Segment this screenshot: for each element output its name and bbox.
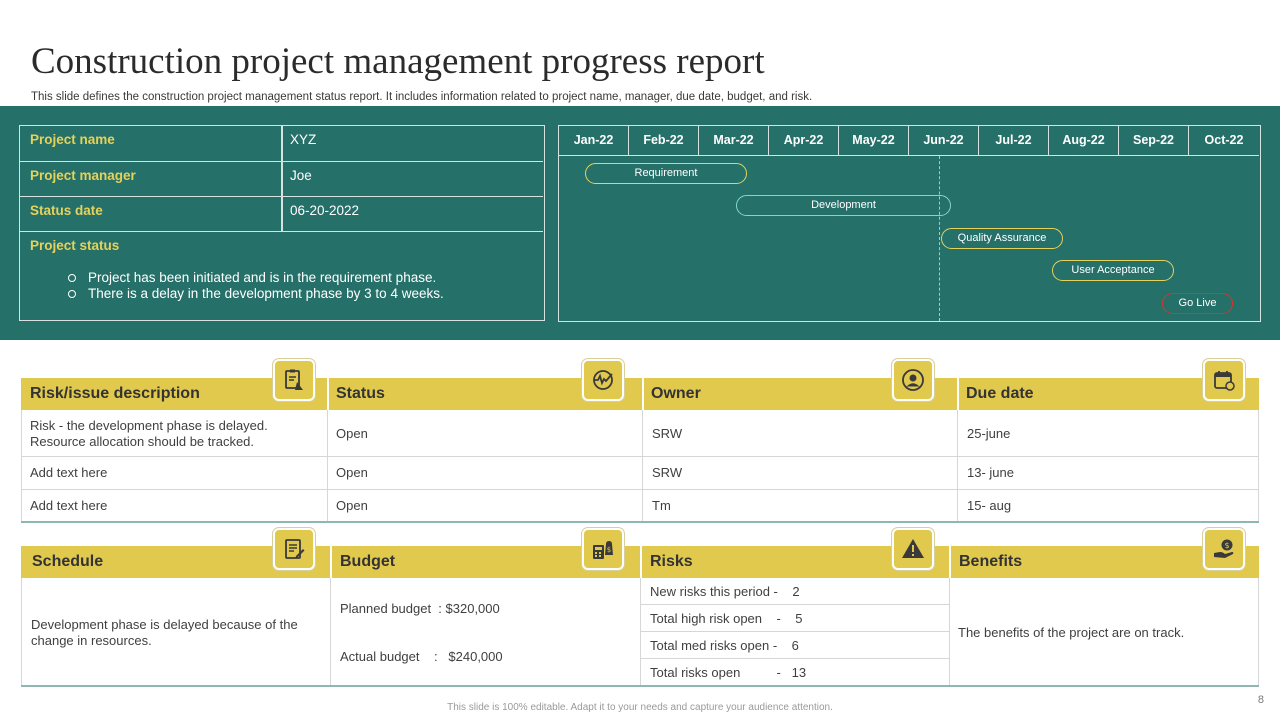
phase-bar-development: Development [736,195,951,216]
phase-bar-go-live: Go Live [1162,293,1233,314]
project-name-value: XYZ [290,132,317,147]
month-header: Feb-22 [629,126,699,156]
phase-bar-quality-assurance: Quality Assurance [941,228,1063,249]
risk-issue-table: Risk/issue description Status Owner Due … [21,378,1259,523]
bullet-icon [68,274,76,282]
project-manager-label: Project manager [30,168,136,183]
month-header: Sep-22 [1119,126,1189,156]
schedule-text: Development phase is delayed because of … [31,617,298,648]
month-header: Mar-22 [699,126,769,156]
svg-text:$: $ [1224,541,1229,550]
month-header: Jan-22 [559,126,629,156]
benefits-text: The benefits of the project are on track… [958,625,1185,640]
project-manager-row: Project manager Joe [20,162,543,197]
month-header: Jun-22 [909,126,979,156]
table-header: Risk/issue description Status Owner Due … [21,378,1259,410]
footer-note: This slide is 100% editable. Adapt it to… [447,702,833,713]
planned-budget: Planned budget : $320,000 [340,601,500,616]
table-header: Schedule Budget Risks Benefits [21,546,1259,578]
budget-calculator-icon: $ [582,528,624,570]
owner-cell: Tm [652,498,671,513]
due-date-cell: 13- june [967,465,1014,480]
svg-text:$: $ [607,546,611,554]
project-manager-value: Joe [290,168,312,183]
slide-title: Construction project management progress… [31,41,765,82]
list-item: Project has been initiated and is in the… [68,270,444,286]
month-header: May-22 [839,126,909,156]
risk-report-icon [273,359,315,401]
status-pulse-icon [582,359,624,401]
project-status-label: Project status [30,238,120,253]
actual-budget: Actual budget : $240,000 [340,649,503,664]
phase-bar-user-acceptance: User Acceptance [1052,260,1174,281]
page-number: 8 [1257,694,1264,706]
month-header: Jul-22 [979,126,1049,156]
phase-bar-requirement: Requirement [585,163,747,184]
month-header: Aug-22 [1049,126,1119,156]
warning-icon [892,528,934,570]
table-row: Risk - the development phase is delayed.… [30,418,268,449]
slide-subtitle: This slide defines the construction proj… [31,91,813,103]
owner-icon [892,359,934,401]
status-cell: Open [336,498,368,513]
list-item: Total risks open - 13 [650,665,807,680]
status-date-value: 06-20-2022 [290,203,360,218]
list-item: Total med risks open - 6 [650,638,799,653]
schedule-icon [273,528,315,570]
list-item: New risks this period - 2 [650,584,800,599]
project-info-panel: Project name XYZ Project manager Joe Sta… [19,125,545,321]
summary-table: Schedule Budget Risks Benefits Developme… [21,546,1259,687]
status-date-label: Status date [30,203,103,218]
due-date-cell: 25-june [967,426,1011,441]
status-date-row: Status date 06-20-2022 [20,197,543,232]
owner-cell: SRW [652,426,683,441]
table-row: Add text here [30,465,108,480]
month-header: Oct-22 [1204,133,1244,147]
bullet-icon [68,290,76,298]
project-status-list: Project has been initiated and is in the… [68,270,444,302]
status-cell: Open [336,465,368,480]
benefits-icon: $ [1203,528,1245,570]
list-item: Total high risk open - 5 [650,611,803,626]
timeline-months: Jan-22 Feb-22 Mar-22 Apr-22 May-22 Jun-2… [559,126,1259,156]
table-row: Add text here [30,498,108,513]
timeline-gantt: Jan-22 Feb-22 Mar-22 Apr-22 May-22 Jun-2… [558,125,1261,322]
calendar-icon [1203,359,1245,401]
list-item: There is a delay in the development phas… [68,286,444,302]
project-name-label: Project name [30,132,115,147]
owner-cell: SRW [652,465,683,480]
due-date-cell: 15- aug [967,498,1012,513]
project-name-row: Project name XYZ [20,126,543,162]
month-header: Apr-22 [769,126,839,156]
current-date-marker [939,156,940,321]
status-cell: Open [336,426,368,441]
